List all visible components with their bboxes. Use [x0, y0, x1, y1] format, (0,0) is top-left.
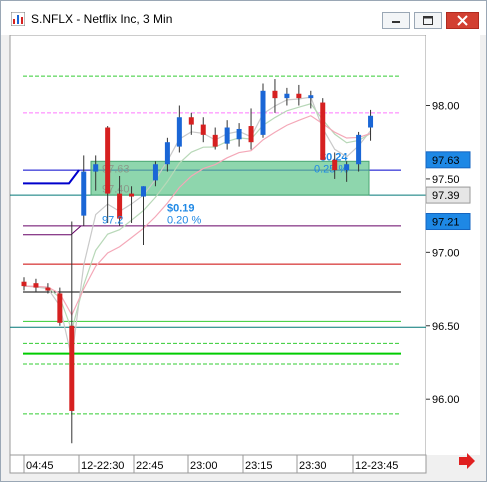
price-badge-label: 97.21: [432, 217, 460, 229]
time-tick-label: 23:00: [190, 460, 218, 472]
price-chart[interactable]: 97.6397.40$0.240.25 % $0.1997.2 0.20 % 98…: [1, 35, 486, 481]
candle-body[interactable]: [368, 115, 374, 128]
candle-body[interactable]: [45, 287, 51, 291]
candle-body[interactable]: [320, 102, 326, 160]
candle-body[interactable]: [152, 164, 158, 181]
price-tick-label: 97.50: [432, 174, 460, 186]
time-tick-label: 23:15: [245, 460, 273, 472]
chart-icon: [11, 12, 25, 26]
price-badge-label: 97.63: [432, 155, 460, 167]
candle-body[interactable]: [93, 164, 99, 172]
candle-body[interactable]: [248, 126, 254, 143]
time-tick-label: 12-22:30: [81, 460, 124, 472]
candle-body[interactable]: [308, 95, 314, 99]
price-badges: 97.63 97.39 97.21: [425, 151, 471, 231]
candle-body[interactable]: [224, 127, 230, 144]
candle-body[interactable]: [296, 93, 302, 99]
candle-body[interactable]: [272, 90, 278, 99]
candle-body[interactable]: [141, 186, 146, 197]
candle-body[interactable]: [176, 117, 182, 147]
candle-body[interactable]: [105, 127, 111, 194]
candle-body[interactable]: [260, 90, 266, 135]
minimize-button[interactable]: [382, 12, 410, 29]
candle-body[interactable]: [57, 293, 63, 323]
chart-area[interactable]: 97.63 97.40 $0.24 0.25 % $0.19 97.2 0.20 % 98…: [1, 35, 486, 481]
time-tick-label: 23:30: [299, 460, 327, 472]
candle-body[interactable]: [236, 128, 242, 140]
time-tick-label: 04:45: [26, 460, 54, 472]
annotation-price: 97.2: [102, 215, 123, 227]
candle-body[interactable]: [81, 171, 87, 216]
price-badge-label: 97.39: [432, 190, 460, 202]
candle-body[interactable]: [33, 283, 39, 288]
close-button[interactable]: [446, 12, 479, 29]
annotation-delta: $0.19: [167, 203, 195, 215]
candle-body[interactable]: [129, 193, 135, 197]
maximize-icon: [423, 16, 433, 25]
close-icon: [457, 15, 468, 26]
candle-body[interactable]: [21, 281, 27, 287]
price-tick-label: 96.00: [432, 394, 460, 406]
candle-body[interactable]: [188, 117, 194, 125]
candle-body[interactable]: [332, 159, 338, 171]
chart-window: S.NFLX - Netflix Inc, 3 Min 97.63 97.40 $0…: [0, 0, 487, 482]
annotation-pct: 0.20 %: [167, 215, 201, 227]
price-axis-background: [426, 35, 480, 455]
minimize-icon: [392, 21, 400, 23]
time-tick-label: 12-23:45: [355, 460, 398, 472]
candle-body[interactable]: [200, 124, 206, 135]
candle-body[interactable]: [284, 93, 290, 99]
price-tick-label: 96.50: [432, 321, 460, 333]
candle-body[interactable]: [164, 142, 170, 165]
window-title: S.NFLX - Netflix Inc, 3 Min: [31, 12, 173, 26]
candle-body[interactable]: [344, 164, 350, 171]
title-bar[interactable]: S.NFLX - Netflix Inc, 3 Min: [1, 1, 486, 35]
time-tick-label: 22:45: [136, 460, 164, 472]
scroll-right-arrow-icon[interactable]: [459, 453, 475, 469]
candle-body[interactable]: [356, 134, 362, 165]
price-tick-label: 97.00: [432, 247, 460, 259]
maximize-button[interactable]: [414, 12, 442, 29]
price-tick-label: 98.00: [432, 100, 460, 112]
candle-body[interactable]: [69, 325, 75, 411]
candle-body[interactable]: [212, 134, 218, 147]
zone-pct-label: 0.25 %: [314, 163, 348, 175]
